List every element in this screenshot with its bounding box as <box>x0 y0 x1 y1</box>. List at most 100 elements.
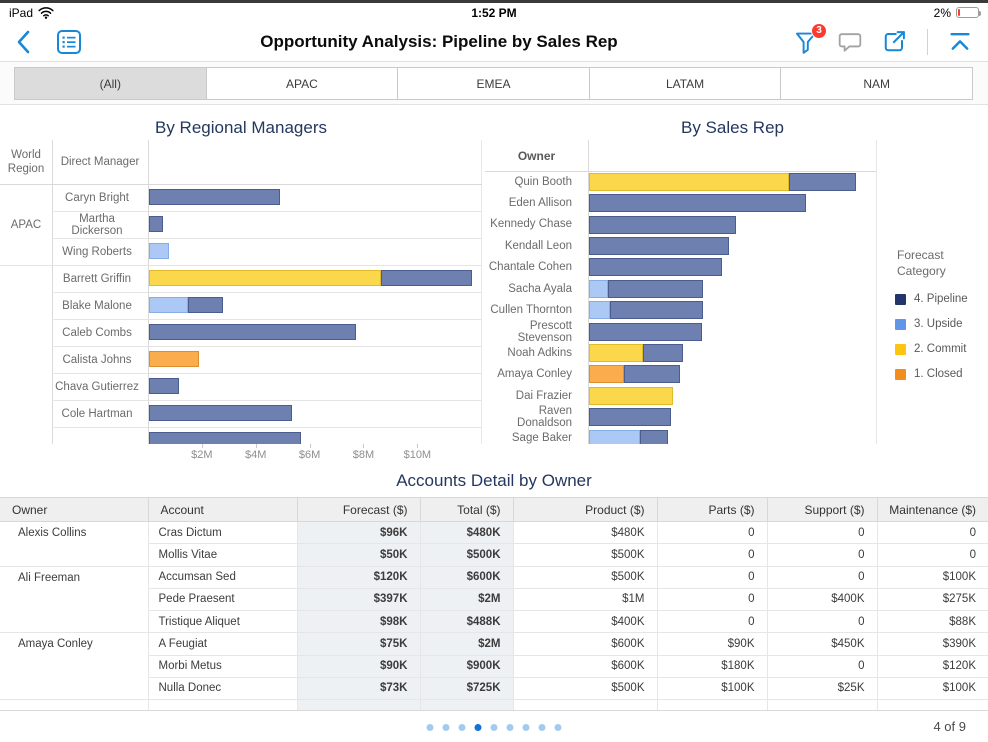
row-label[interactable]: Dai Frazier <box>485 385 580 406</box>
page-dot-6[interactable] <box>507 724 514 731</box>
comment-button[interactable] <box>838 31 862 53</box>
bar-row-barrett-griffin[interactable] <box>149 270 472 286</box>
row-label[interactable]: Amaya Conley <box>485 364 580 385</box>
bar-segment[interactable] <box>149 324 356 340</box>
legend-item-closed[interactable]: 1. Closed <box>895 368 963 380</box>
bar-row-cole-hartman[interactable] <box>149 405 292 421</box>
bar-segment[interactable] <box>149 243 169 259</box>
bar-segment[interactable] <box>589 173 789 191</box>
row-label[interactable]: Noah Adkins <box>485 342 580 363</box>
region-tab-nam[interactable]: NAM <box>781 67 973 100</box>
bar-segment[interactable] <box>589 323 702 341</box>
bar-segment[interactable] <box>149 432 301 444</box>
back-button[interactable] <box>16 30 30 54</box>
bar-segment[interactable] <box>188 297 223 313</box>
row-label[interactable]: Martha Dickerson <box>52 211 142 238</box>
row-label[interactable]: Sage Baker <box>485 428 580 444</box>
page-dot-9[interactable] <box>555 724 562 731</box>
bar-segment[interactable] <box>149 378 179 394</box>
bar-row-dai-frazier[interactable] <box>589 387 673 405</box>
bar-row-martha-dickerson[interactable] <box>149 216 163 232</box>
row-label[interactable]: Kendall Leon <box>485 235 580 256</box>
table-row[interactable]: Nulla Donec$73K$725K$500K$100K$25K$100K <box>0 677 988 699</box>
row-label[interactable]: Chantale Cohen <box>485 257 580 278</box>
bar-segment[interactable] <box>381 270 473 286</box>
bar-row-caryn-bright[interactable] <box>149 189 280 205</box>
filter-button[interactable]: 3 <box>794 30 818 54</box>
bar-row-amaya-conley[interactable] <box>589 365 680 383</box>
legend-item-commit[interactable]: 2. Commit <box>895 343 966 355</box>
region-tab-apac[interactable]: APAC <box>207 67 399 100</box>
row-label[interactable]: Sacha Ayala <box>485 278 580 299</box>
bar-segment[interactable] <box>589 344 643 362</box>
page-dot-2[interactable] <box>443 724 450 731</box>
bar-segment[interactable] <box>589 216 736 234</box>
bar-segment[interactable] <box>789 173 855 191</box>
bar-row-noah-adkins[interactable] <box>589 344 683 362</box>
bar-segment[interactable] <box>589 194 806 212</box>
bar-row-eden-allison[interactable] <box>589 194 806 212</box>
bar-row-wing-roberts[interactable] <box>149 243 169 259</box>
bar-row-quin-booth[interactable] <box>589 173 856 191</box>
row-label[interactable]: Cullen Thornton <box>485 299 580 320</box>
column-header-owner[interactable]: Owner <box>485 140 588 171</box>
row-label[interactable]: Blake Malone <box>52 292 142 319</box>
bar-segment[interactable] <box>149 405 292 421</box>
page-dot-8[interactable] <box>539 724 546 731</box>
bar-row-kendall-leon[interactable] <box>589 237 729 255</box>
row-label[interactable]: Wing Roberts <box>52 238 142 265</box>
region-tab-all[interactable]: (All) <box>14 67 207 100</box>
bar-segment[interactable] <box>589 301 610 319</box>
legend-item-pipeline[interactable]: 4. Pipeline <box>895 293 968 305</box>
row-label[interactable]: Raven Donaldson <box>485 406 580 427</box>
share-button[interactable] <box>882 29 907 54</box>
bar-segment[interactable] <box>149 297 188 313</box>
bar-row-raven-donaldson[interactable] <box>589 408 671 426</box>
table-row[interactable]: Pede Praesent$397K$2M$1M0$400K$275K <box>0 588 988 610</box>
bar-segment[interactable] <box>149 270 381 286</box>
region-tab-emea[interactable]: EMEA <box>398 67 590 100</box>
table-row[interactable]: Tristique Aliquet$98K$488K$400K00$88K <box>0 611 988 633</box>
page-dot-3[interactable] <box>459 724 466 731</box>
bar-segment[interactable] <box>149 189 280 205</box>
views-list-button[interactable] <box>56 29 82 55</box>
row-label[interactable]: Caryn Bright <box>52 184 142 211</box>
page-dot-1[interactable] <box>427 724 434 731</box>
bar-row-chava-gutierrez[interactable] <box>149 378 179 394</box>
page-dot-4[interactable] <box>475 724 482 731</box>
bar-row-prescott-stevenson[interactable] <box>589 323 702 341</box>
row-label[interactable]: Barrett Griffin <box>52 265 142 292</box>
bar-segment[interactable] <box>640 430 668 445</box>
bar-segment[interactable] <box>608 280 704 298</box>
row-label[interactable]: Calista Johns <box>52 346 142 373</box>
column-header-direct-manager[interactable]: Direct Manager <box>52 140 148 184</box>
bar-row-sage-baker[interactable] <box>589 430 668 445</box>
row-label[interactable]: Kennedy Chase <box>485 214 580 235</box>
bar-segment[interactable] <box>589 387 673 405</box>
table-row[interactable]: Alexis CollinsCras Dictum$96K$480K$480K0… <box>0 522 988 544</box>
row-label[interactable]: Quin Booth <box>485 171 580 192</box>
table-row[interactable]: Amaya ConleyA Feugiat$75K$2M$600K$90K$45… <box>0 633 988 655</box>
bar-segment[interactable] <box>643 344 684 362</box>
bar-segment[interactable] <box>149 216 163 232</box>
bar-segment[interactable] <box>589 258 722 276</box>
bar-row-calista-johns[interactable] <box>149 351 199 367</box>
col-header-account[interactable]: Account <box>148 498 297 522</box>
table-row[interactable] <box>0 700 988 711</box>
bar-segment[interactable] <box>149 351 199 367</box>
col-header-owner[interactable]: Owner <box>0 498 148 522</box>
page-dot-5[interactable] <box>491 724 498 731</box>
col-header-forecast[interactable]: Forecast ($) <box>297 498 420 522</box>
table-row[interactable]: Ali FreemanAccumsan Sed$120K$600K$500K00… <box>0 566 988 588</box>
bar-segment[interactable] <box>589 365 624 383</box>
bar-row-sacha-ayala[interactable] <box>589 280 703 298</box>
bar-segment[interactable] <box>589 408 671 426</box>
bar-row-blake-malone[interactable] <box>149 297 223 313</box>
row-label[interactable]: Caleb Combs <box>52 319 142 346</box>
bar-segment[interactable] <box>589 430 640 445</box>
row-label[interactable]: Cole Hartman <box>52 400 142 427</box>
col-header-parts[interactable]: Parts ($) <box>657 498 767 522</box>
bar-row-caleb-combs[interactable] <box>149 324 356 340</box>
column-header-world-region[interactable]: World Region <box>0 140 52 184</box>
col-header-support[interactable]: Support ($) <box>767 498 877 522</box>
